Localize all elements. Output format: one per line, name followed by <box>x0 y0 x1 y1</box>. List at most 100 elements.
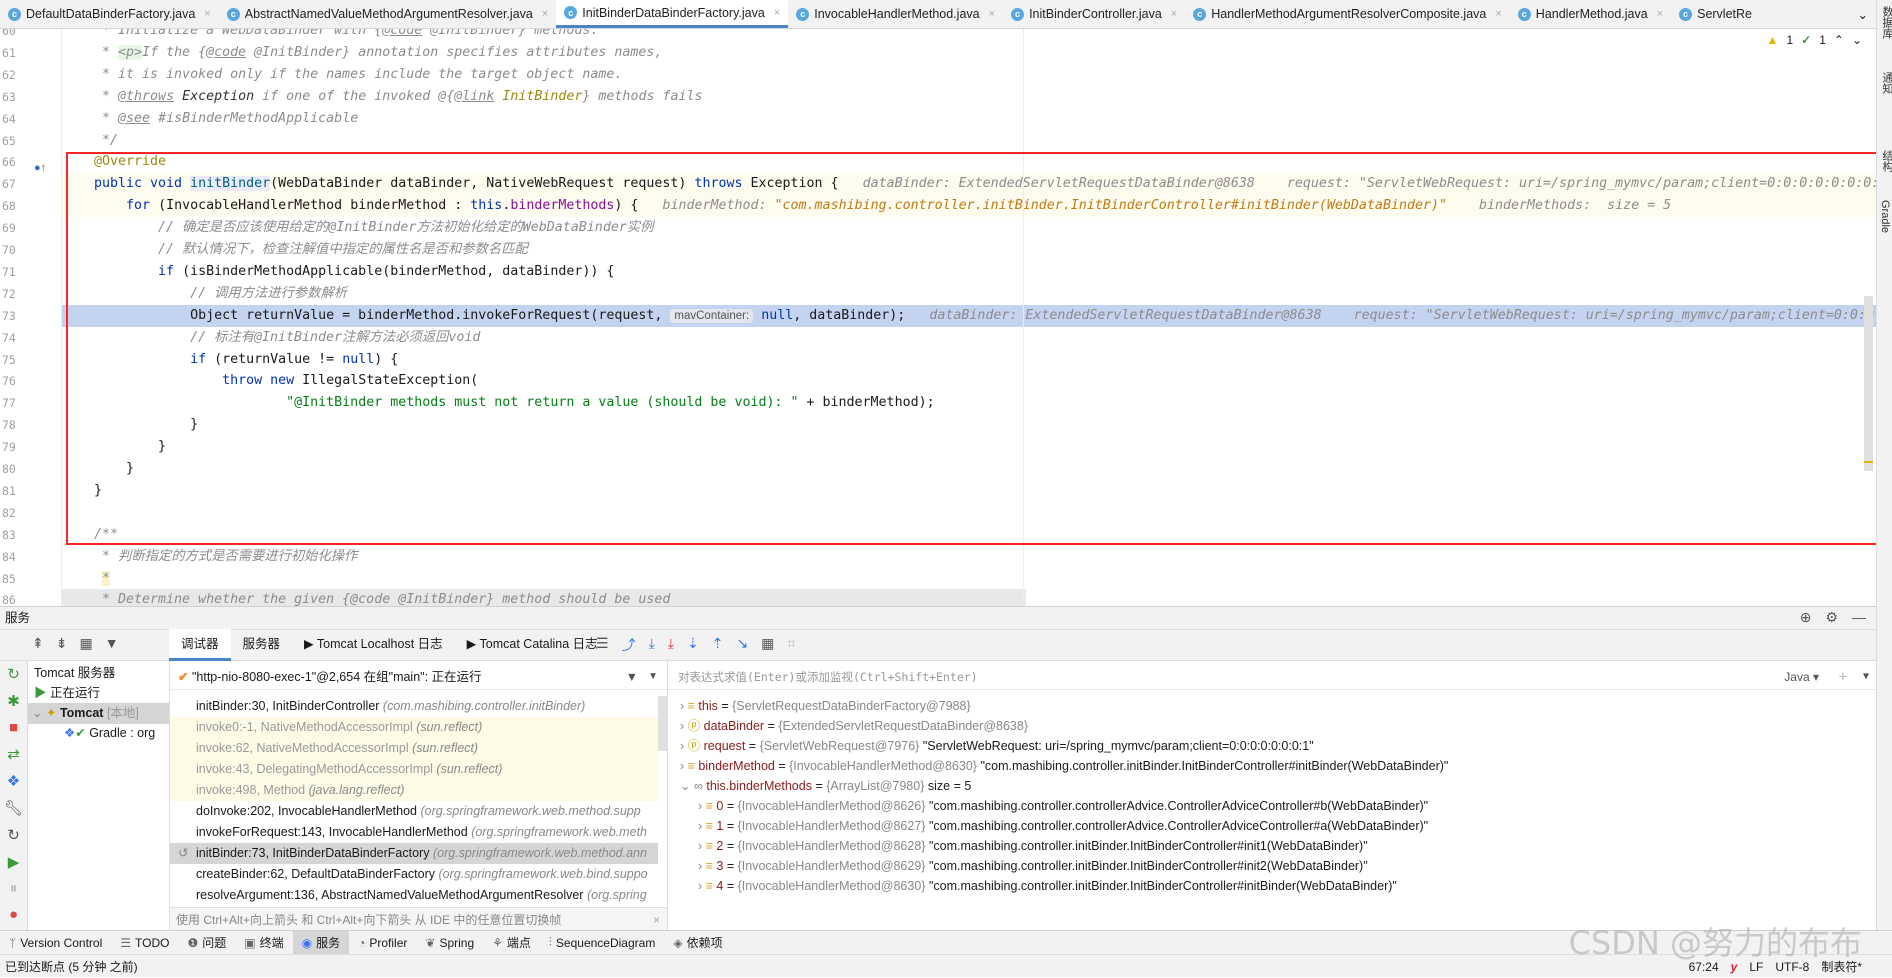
chevron-down-icon[interactable]: ⌄ <box>32 706 42 720</box>
debugger-tab[interactable]: ▶ Tomcat Catalina 日志 <box>455 629 610 661</box>
close-icon[interactable]: × <box>653 908 660 931</box>
stack-frame[interactable]: invokeForRequest:143, InvocableHandlerMe… <box>170 822 658 843</box>
variable-row[interactable]: › ⓟ dataBinder = {ExtendedServletRequest… <box>680 716 1830 737</box>
close-tab-icon[interactable]: × <box>1171 8 1177 20</box>
indent-setting[interactable]: 制表符* <box>1821 958 1862 975</box>
code-line[interactable]: for (InvocableHandlerMethod binderMethod… <box>62 195 1876 218</box>
prev-highlight-icon[interactable]: ⌃ <box>1834 33 1844 47</box>
artifact-icon[interactable]: ❖ <box>7 772 20 790</box>
code-line[interactable]: * <p>If the {@code @InitBinder} annotati… <box>62 42 1876 64</box>
tool-window-8[interactable]: ⫶ SequenceDiagram <box>540 931 664 954</box>
code-line[interactable]: if (isBinderMethodApplicable(binderMetho… <box>62 261 1876 283</box>
line-number[interactable]: 78 <box>2 414 28 436</box>
close-tab-icon[interactable]: × <box>542 8 548 20</box>
code-line[interactable]: } <box>62 414 1876 436</box>
code-line[interactable]: } <box>62 480 1876 502</box>
step-out-icon[interactable]: ⇡ <box>712 635 724 655</box>
file-encoding[interactable]: UTF-8 <box>1775 960 1809 974</box>
code-line[interactable]: public void initBinder(WebDataBinder dat… <box>62 173 1876 196</box>
tool-window-6[interactable]: ❦ Spring <box>416 931 483 954</box>
line-number[interactable]: 64 <box>2 108 28 130</box>
filter-icon[interactable]: ▼ <box>105 635 119 652</box>
evaluate-icon[interactable]: ▦ <box>761 635 774 655</box>
trace-icon[interactable]: ⌗ <box>787 635 795 655</box>
editor-tab[interactable]: c ServletRe <box>1671 0 1760 28</box>
line-number[interactable]: 76 <box>2 370 28 392</box>
debugger-tab[interactable]: 调试器 <box>169 629 231 661</box>
code-line[interactable]: * @see #isBinderMethodApplicable <box>62 108 1876 130</box>
line-number[interactable]: 82 <box>2 502 28 524</box>
right-tool-0[interactable]: 数据库 <box>1879 6 1892 39</box>
line-separator[interactable]: LF <box>1749 960 1763 974</box>
tree-item-running[interactable]: ▶ 正在运行 <box>34 683 100 704</box>
editor-gutter[interactable]: 60 61 62 63 64 65 66 67 68 69 70 71 72 73 74 75 76 77 78 79… <box>0 29 62 606</box>
tool-window-4[interactable]: ◉ 服务 <box>292 931 350 954</box>
caret-position[interactable]: 67:24 <box>1689 960 1719 974</box>
right-tool-1[interactable]: 通知 <box>1879 72 1892 94</box>
variable-row[interactable]: › ≡ this = {ServletRequestDataBinderFact… <box>680 696 1830 717</box>
stop-icon[interactable]: ■ <box>9 719 18 736</box>
line-number[interactable]: 86 <box>2 589 28 606</box>
variable-row[interactable]: › ≡ 0 = {InvocableHandlerMethod@8626} "c… <box>698 796 1848 817</box>
chevron-right-icon[interactable]: › <box>680 759 688 773</box>
line-number[interactable]: 63 <box>2 86 28 108</box>
deploy-icon[interactable]: ⇄ <box>7 745 20 763</box>
code-line[interactable] <box>62 502 1876 524</box>
code-line[interactable]: * Determine whether the given {@code @In… <box>62 589 1026 606</box>
filter-icon[interactable]: ▼ <box>626 664 638 689</box>
tool-window-1[interactable]: ☰ TODO <box>111 931 178 954</box>
next-highlight-icon[interactable]: ⌄ <box>1852 33 1862 47</box>
line-number[interactable]: 70 <box>2 239 28 261</box>
line-number[interactable]: 67 <box>2 173 28 195</box>
code-line[interactable]: * 判断指定的方式是否需要进行初始化操作 <box>62 546 1876 568</box>
code-line[interactable]: if (returnValue != null) { <box>62 349 1876 371</box>
gear-icon[interactable]: ⚙ <box>1825 609 1838 626</box>
editor-tab[interactable]: c InitBinderDataBinderFactory.java × <box>556 0 789 28</box>
variable-row[interactable]: ⌄ ∞ this.binderMethods = {ArrayList@7980… <box>680 776 1830 797</box>
stack-frame[interactable]: initBinder:30, InitBinderController (com… <box>170 696 658 717</box>
debugger-tab[interactable]: ▶ Tomcat Localhost 日志 <box>292 629 455 661</box>
line-number[interactable]: 74 <box>2 327 28 349</box>
stack-frame[interactable]: resolveArgument:136, AbstractNamedValueM… <box>170 885 658 906</box>
code-line[interactable]: "@InitBinder methods must not return a v… <box>62 392 1876 414</box>
stack-frame[interactable]: doInvoke:202, InvocableHandlerMethod (or… <box>170 801 658 822</box>
line-number[interactable]: 84 <box>2 546 28 568</box>
dropdown-icon[interactable]: ▼ <box>1863 664 1869 689</box>
variable-row[interactable]: › ≡ binderMethod = {InvocableHandlerMeth… <box>680 756 1830 777</box>
code-editor[interactable]: 60 61 62 63 64 65 66 67 68 69 70 71 72 73 74 75 76 77 78 79… <box>0 29 1876 606</box>
dropdown-icon[interactable]: ▼ <box>648 664 658 689</box>
line-number[interactable]: 81 <box>2 480 28 502</box>
editor-tab[interactable]: c AbstractNamedValueMethodArgumentResolve… <box>219 0 557 28</box>
line-number[interactable]: 80 <box>2 458 28 480</box>
youdao-icon[interactable]: y <box>1731 960 1738 974</box>
chevron-right-icon[interactable]: › <box>680 719 688 733</box>
resume-icon[interactable]: ▶ <box>8 853 20 871</box>
code-line[interactable]: } <box>62 458 1876 480</box>
variable-row[interactable]: › ≡ 4 = {InvocableHandlerMethod@8630} "c… <box>698 876 1848 897</box>
tree-item-gradle[interactable]: ❖✔ Gradle : org <box>64 723 170 744</box>
thread-selector[interactable]: ✔ "http-nio-8080-exec-1"@2,654 在组"main":… <box>170 664 668 690</box>
code-line[interactable]: * <box>62 568 1876 590</box>
code-line[interactable]: * it is invoked only if the names includ… <box>62 64 1876 86</box>
stack-frame[interactable]: createBinder:62, DefaultDataBinderFactor… <box>170 864 658 885</box>
show-execution-point-icon[interactable]: ⤴ <box>622 635 636 655</box>
stack-frame[interactable]: invoke:62, NativeMethodAccessorImpl (sun… <box>170 738 658 759</box>
line-number[interactable]: 61 <box>2 42 28 64</box>
pause-icon[interactable]: ⏸︎ <box>10 880 18 897</box>
code-line[interactable]: // 标注有@InitBinder注解方法必须返回void <box>62 327 1876 349</box>
chevron-right-icon[interactable]: › <box>698 799 706 813</box>
code-line[interactable]: // 确定是否应该使用给定的@InitBinder方法初始化给定的WebData… <box>62 217 1876 239</box>
tree-item-tomcat[interactable]: ⌄ ✦ Tomcat [本地] <box>28 703 170 724</box>
tool-window-2[interactable]: ❶ 问题 <box>178 931 235 954</box>
debug-icon[interactable]: ✱ <box>7 692 20 710</box>
variable-row[interactable]: › ⓟ request = {ServletWebRequest@7976} "… <box>680 736 1830 757</box>
stack-frame[interactable]: invoke:498, Method (java.lang.reflect) <box>170 780 658 801</box>
code-line[interactable]: * @throws Exception if one of the invoke… <box>62 86 1876 108</box>
stack-frame[interactable]: ↺ initBinder:73, InitBinderDataBinderFact… <box>170 843 658 864</box>
crosshair-icon[interactable]: ⊕ <box>1800 609 1812 626</box>
editor-scrollbar[interactable] <box>1864 296 1873 471</box>
run-to-cursor-icon[interactable]: ↘ <box>736 635 748 655</box>
line-number[interactable]: 71 <box>2 261 28 283</box>
line-number[interactable]: 73 <box>2 305 28 327</box>
tool-window-5[interactable]: ◔ Profiler <box>349 931 416 954</box>
